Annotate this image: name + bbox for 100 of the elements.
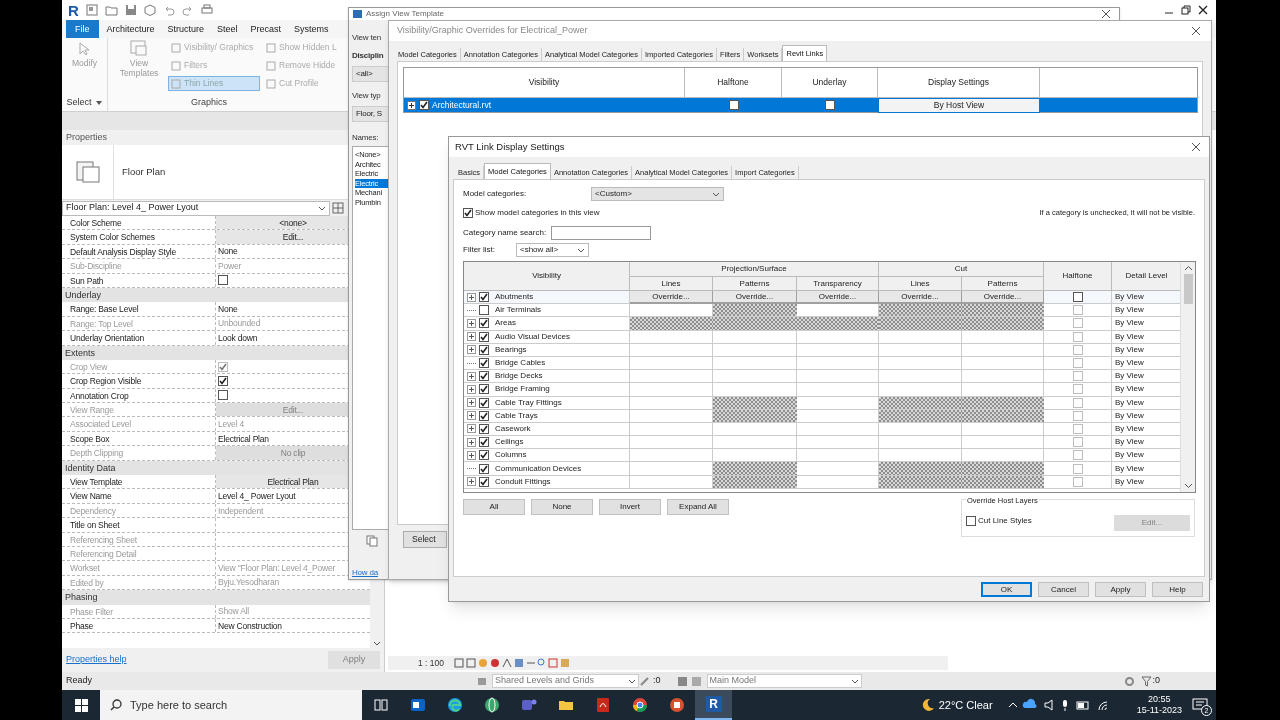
checkbox[interactable] <box>479 358 489 369</box>
checkbox[interactable] <box>479 292 489 303</box>
discipline-dropdown[interactable]: <all> <box>352 66 389 82</box>
detail-level[interactable]: By View <box>1115 464 1144 473</box>
expand-icon[interactable] <box>467 398 476 408</box>
checkbox[interactable] <box>1072 423 1083 434</box>
ribbon-tab[interactable]: Structure <box>162 20 210 38</box>
checkbox[interactable] <box>479 423 489 434</box>
override-button[interactable]: Override... <box>797 291 879 305</box>
checkbox[interactable] <box>1072 292 1083 303</box>
detail-level[interactable]: By View <box>1115 451 1144 460</box>
property-value[interactable]: New Construction <box>216 618 282 633</box>
checkbox[interactable] <box>463 208 473 218</box>
chevron-up-icon[interactable] <box>1183 265 1193 271</box>
expand-icon[interactable] <box>467 345 476 355</box>
expand-icon[interactable] <box>467 424 476 434</box>
property-value[interactable]: Look down <box>216 330 258 345</box>
chevron-down-icon[interactable] <box>1183 483 1193 489</box>
checkbox[interactable] <box>1072 476 1083 487</box>
scrollbar-thumb[interactable] <box>1183 274 1193 304</box>
view-type-dropdown[interactable]: Floor, S <box>352 106 389 122</box>
close-icon[interactable] <box>1101 9 1111 19</box>
checkbox[interactable] <box>1072 331 1083 342</box>
expand-icon[interactable] <box>467 318 476 328</box>
property-value[interactable]: None <box>216 302 238 317</box>
detail-level[interactable]: By View <box>1115 293 1144 302</box>
dialog-button[interactable]: Apply <box>1095 582 1146 597</box>
override-button[interactable]: Override... <box>713 291 797 305</box>
filter-icon[interactable] <box>1141 675 1153 687</box>
select-button[interactable]: Select <box>403 531 447 548</box>
filter-dropdown[interactable]: <show all> <box>516 243 589 257</box>
expand-icon[interactable] <box>467 411 476 421</box>
list-button[interactable]: All <box>463 499 525 515</box>
list-button[interactable]: None <box>531 499 593 515</box>
restore-icon[interactable] <box>1181 5 1191 15</box>
override-button[interactable]: Override... <box>630 291 713 305</box>
expand-icon[interactable] <box>467 384 476 394</box>
weather-text[interactable]: 22°C Clear <box>938 696 993 714</box>
ribbon-tab[interactable]: Architecture <box>101 20 160 38</box>
expand-icon[interactable] <box>467 371 476 381</box>
select-dropdown[interactable]: Select <box>66 98 103 107</box>
clock-date[interactable]: 15-11-2023 <box>1136 705 1182 716</box>
checkbox[interactable] <box>1072 463 1083 474</box>
view-selector[interactable]: Floor Plan: Level 4_ Power Lyout <box>62 200 330 216</box>
scrollbar[interactable] <box>1180 262 1195 492</box>
checkbox[interactable] <box>479 437 489 448</box>
dialog-button[interactable]: Help <box>1152 582 1203 597</box>
list-button[interactable]: Expand All <box>667 499 729 515</box>
checkbox[interactable] <box>218 275 228 286</box>
checkbox[interactable] <box>479 476 489 487</box>
windows-logo-icon[interactable] <box>74 698 88 712</box>
detail-level[interactable]: By View <box>1115 411 1144 420</box>
workset-dropdown[interactable]: Shared Levels and Grids <box>492 674 639 688</box>
gear-icon[interactable] <box>1124 675 1136 687</box>
detail-level[interactable]: By View <box>1115 306 1144 315</box>
search-field[interactable] <box>551 226 651 240</box>
checkbox[interactable] <box>1072 318 1083 329</box>
folder-icon[interactable] <box>104 4 118 16</box>
copy-icon[interactable] <box>366 535 378 547</box>
dialog-button[interactable]: Cancel <box>1038 582 1089 597</box>
detail-level[interactable]: By View <box>1115 424 1144 433</box>
column-header[interactable]: Projection/Surface <box>630 262 879 277</box>
display-settings-button[interactable]: By Host View <box>878 98 1040 113</box>
help-link[interactable]: How da <box>352 569 389 577</box>
detail-level[interactable]: By View <box>1115 359 1144 368</box>
table-row[interactable]: Architectural.rvt By Host View <box>404 98 1197 112</box>
moon-icon[interactable] <box>920 698 935 712</box>
home-icon[interactable] <box>85 4 98 16</box>
checkbox[interactable] <box>1072 397 1083 408</box>
design-option-dropdown[interactable]: Main Model <box>706 674 862 688</box>
clock-time[interactable]: 20:55 <box>1148 694 1171 705</box>
detail-level[interactable]: By View <box>1115 438 1144 447</box>
expand-icon[interactable] <box>467 332 476 342</box>
taskbar-app[interactable]: R <box>695 690 732 720</box>
detail-level[interactable]: By View <box>1115 332 1144 341</box>
expand-icon[interactable] <box>467 450 476 460</box>
checkbox[interactable] <box>479 305 489 316</box>
close-icon[interactable] <box>1198 5 1208 15</box>
property-value[interactable]: Level 4_ Power Lyout <box>216 489 296 504</box>
checkbox[interactable] <box>1072 358 1083 369</box>
checkbox[interactable] <box>1072 384 1083 395</box>
override-button[interactable]: Override... <box>962 291 1044 305</box>
checkbox[interactable] <box>479 318 489 329</box>
checkbox[interactable] <box>1072 437 1083 448</box>
checkbox[interactable] <box>728 100 739 111</box>
ribbon-tab[interactable]: Precast <box>245 20 287 38</box>
checkbox[interactable] <box>419 100 429 111</box>
checkbox[interactable] <box>479 371 489 382</box>
property-value[interactable]: Electrical Plan <box>216 431 269 446</box>
checkbox[interactable] <box>1072 371 1083 382</box>
expand-icon[interactable] <box>467 292 476 302</box>
ribbon-tab[interactable]: File <box>66 20 99 38</box>
checkbox[interactable] <box>825 100 835 111</box>
search-field[interactable]: Type here to search <box>100 690 362 720</box>
redo-icon[interactable] <box>181 4 194 16</box>
print-icon[interactable] <box>200 4 213 16</box>
ribbon-tab[interactable]: Steel <box>212 20 243 38</box>
detail-level[interactable]: By View <box>1115 477 1144 486</box>
checkbox[interactable] <box>479 410 489 421</box>
checkbox[interactable] <box>479 331 489 342</box>
